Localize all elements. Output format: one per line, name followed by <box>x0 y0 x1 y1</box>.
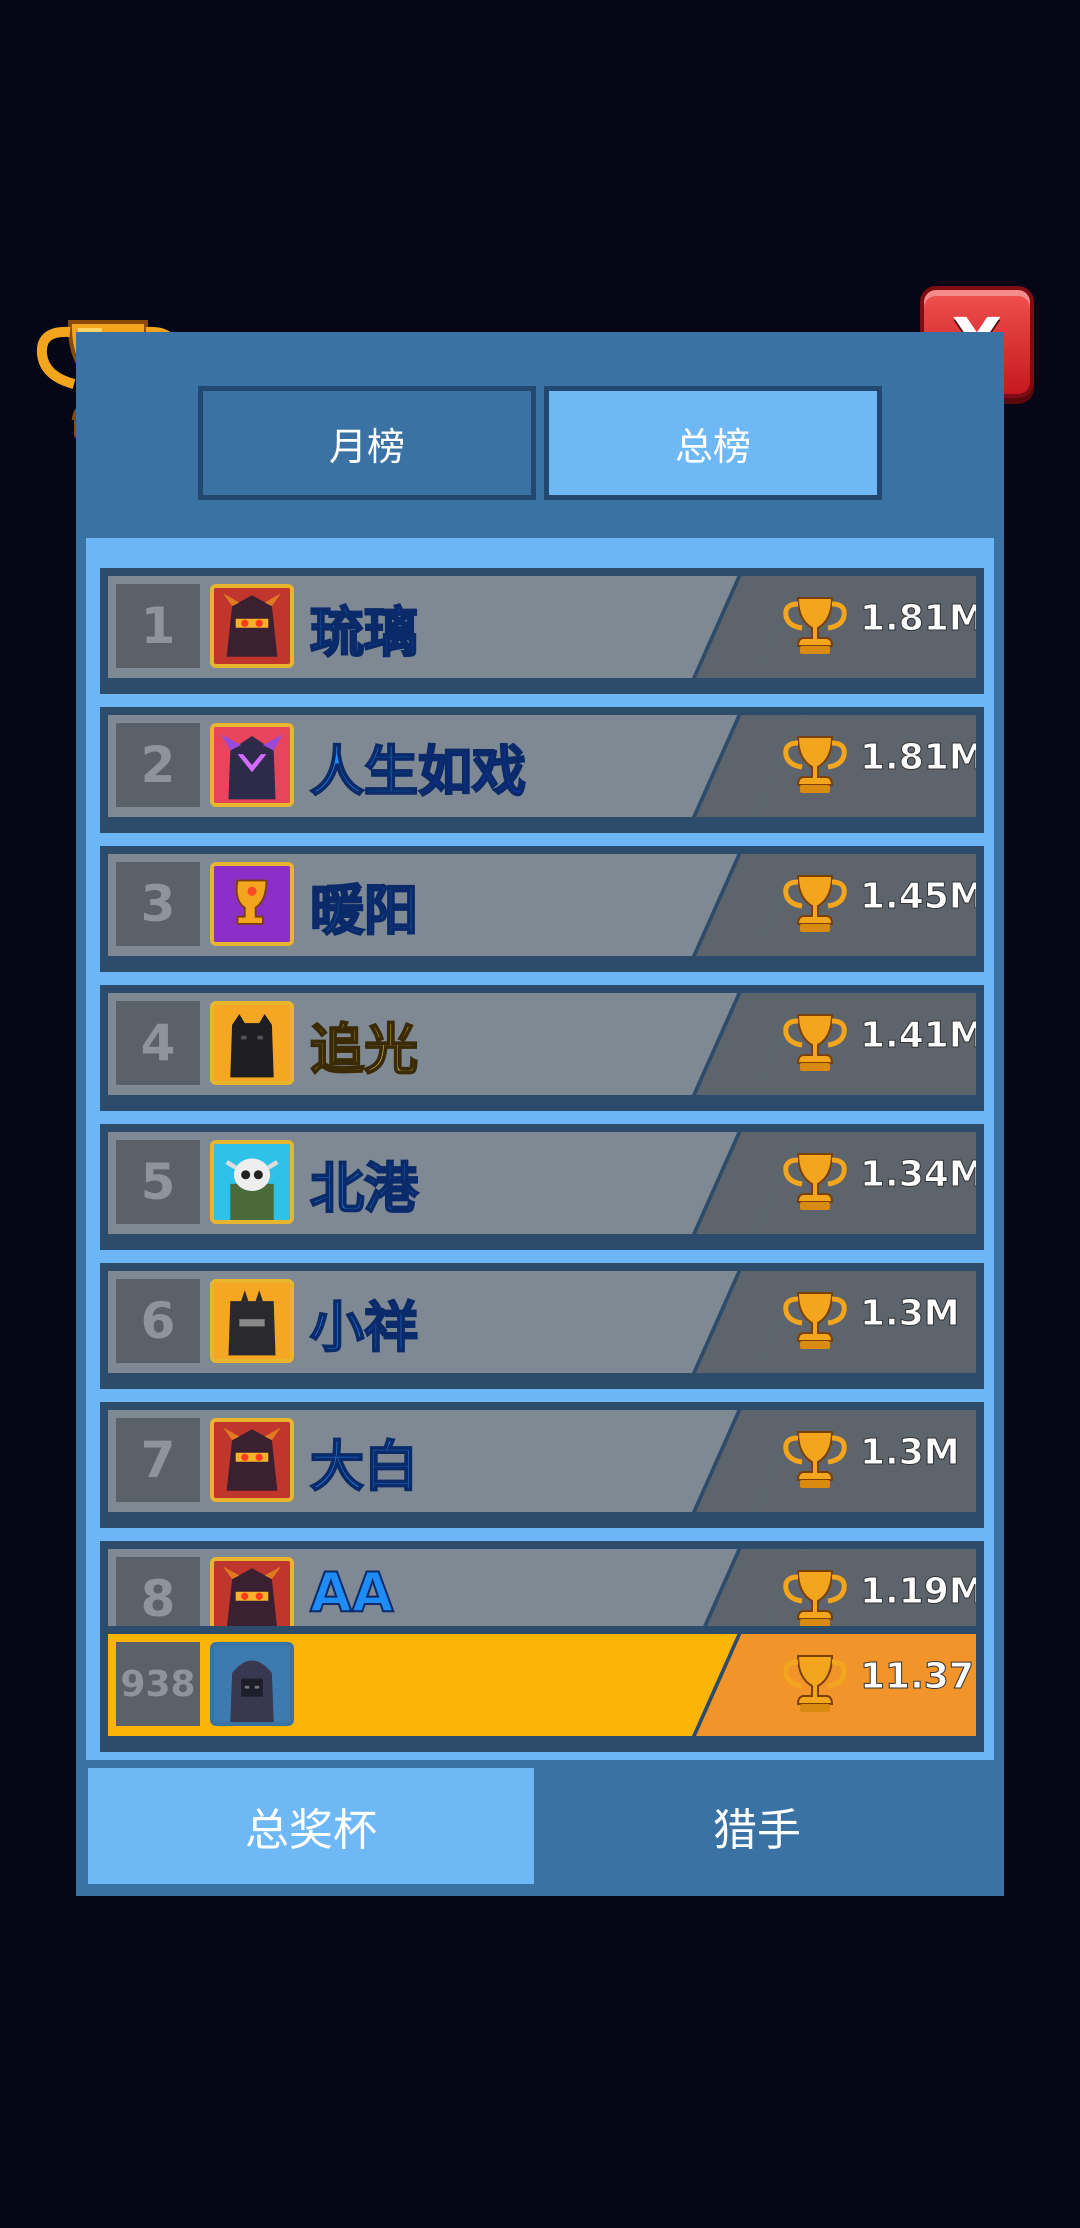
trophy-icon <box>783 1655 847 1712</box>
rank-number: 4 <box>116 1001 200 1085</box>
player-name: 琉璃 <box>309 600 419 665</box>
trophy-score: 1.45M <box>860 876 976 918</box>
leaderboard-list[interactable]: 1 琉璃 1.81M 2 人生如戏 1.81M 3 暖阳 1.45M 4 追光 … <box>86 538 994 1760</box>
trophy-score: 1.3M <box>860 1432 961 1474</box>
trophy-score: 1.81M <box>860 737 976 779</box>
rank-number: 2 <box>116 723 200 807</box>
trophy-avatar <box>210 862 294 946</box>
pink-knight-avatar <box>210 723 294 807</box>
tab-hunter[interactable]: 猎手 <box>534 1768 980 1884</box>
trophy-icon <box>783 736 847 793</box>
rank-number: 3 <box>116 862 200 946</box>
my-rank-row[interactable]: 938 11.37K <box>100 1626 984 1752</box>
black-cat-avatar <box>210 1001 294 1085</box>
tab-label: 总奖杯 <box>245 1805 377 1856</box>
skull-avatar <box>210 1140 294 1224</box>
player-name: 暖阳 <box>309 878 419 943</box>
list-item[interactable]: 5 北港 1.34M <box>100 1124 984 1250</box>
trophy-icon <box>783 1153 847 1210</box>
tab-total[interactable]: 总榜 <box>544 386 882 500</box>
list-item[interactable]: 2 人生如戏 1.81M <box>100 707 984 833</box>
trophy-score: 1.81M <box>860 598 976 640</box>
tab-monthly[interactable]: 月榜 <box>198 386 536 500</box>
list-item[interactable]: 6 小祥 1.3M <box>100 1263 984 1389</box>
rank-number: 7 <box>116 1418 200 1502</box>
player-name: 追光 <box>309 1017 419 1082</box>
rank-number: 1 <box>116 584 200 668</box>
trophy-score: 1.3M <box>860 1293 961 1335</box>
trophy-score: 11.37K <box>860 1656 976 1698</box>
trophy-icon <box>783 597 847 654</box>
trophy-icon <box>783 1431 847 1488</box>
list-item[interactable]: 3 暖阳 1.45M <box>100 846 984 972</box>
list-item[interactable]: 7 大白 1.3M <box>100 1402 984 1528</box>
trophy-icon <box>783 1292 847 1349</box>
rank-number: 5 <box>116 1140 200 1224</box>
player-name: 北港 <box>309 1156 419 1221</box>
rank-number: 938 <box>116 1642 200 1726</box>
tab-total-trophies[interactable]: 总奖杯 <box>88 1768 534 1884</box>
player-name: 人生如戏 <box>309 739 527 804</box>
tab-label: 猎手 <box>713 1805 801 1856</box>
hooded-avatar <box>210 1642 294 1726</box>
player-name: 大白 <box>309 1434 419 1499</box>
trophy-icon <box>783 1570 847 1627</box>
trophy-icon <box>783 1014 847 1071</box>
black-robot-avatar <box>210 1279 294 1363</box>
trophy-score: 1.19M <box>860 1571 976 1613</box>
trophy-icon <box>783 875 847 932</box>
trophy-score: 1.41M <box>860 1015 976 1057</box>
list-item[interactable]: 1 琉璃 1.81M <box>100 568 984 694</box>
trophy-score: 1.34M <box>860 1154 976 1196</box>
rank-number: 6 <box>116 1279 200 1363</box>
player-name: 小祥 <box>309 1295 419 1360</box>
list-item[interactable]: 4 追光 1.41M <box>100 985 984 1111</box>
demon-helmet-avatar <box>210 1418 294 1502</box>
demon-helmet-avatar <box>210 584 294 668</box>
